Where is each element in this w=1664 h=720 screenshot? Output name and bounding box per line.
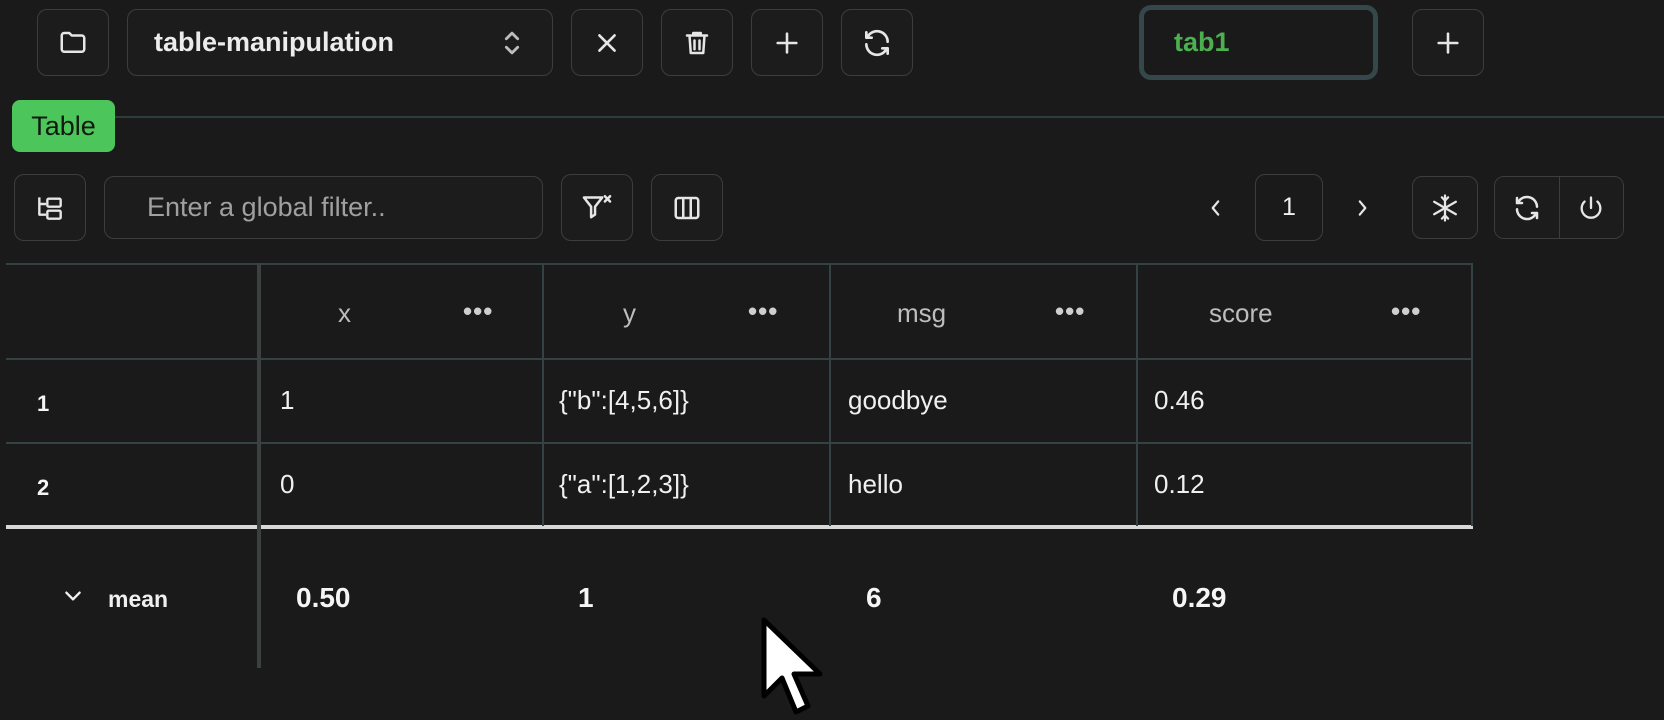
tree-view-button[interactable]	[14, 174, 86, 241]
global-filter-input[interactable]: Enter a global filter..	[104, 176, 543, 239]
table-cell[interactable]: 0.12	[1154, 469, 1205, 500]
power-button[interactable]	[1558, 177, 1623, 238]
chevrons-up-down-icon	[504, 31, 520, 54]
freeze-columns-button[interactable]	[1412, 176, 1478, 239]
summary-value: 0.29	[1172, 582, 1227, 613]
column-header-label: y	[623, 298, 636, 328]
chevron-right-icon	[1358, 200, 1367, 216]
row-index: 2	[37, 475, 50, 500]
prev-page-button[interactable]	[1198, 186, 1234, 230]
page-number-value: 1	[1282, 193, 1296, 221]
clear-filter-button[interactable]	[561, 174, 633, 241]
refresh-icon	[1515, 195, 1538, 220]
folder-icon	[60, 31, 86, 53]
data-table	[0, 0, 1664, 720]
filter-clear-icon	[582, 194, 612, 218]
open-folder-button[interactable]	[37, 9, 109, 76]
chevron-down-icon[interactable]	[62, 587, 84, 605]
tab-label: tab1	[1174, 27, 1230, 57]
add-tab-button[interactable]	[1412, 9, 1484, 76]
table-cell[interactable]: goodbye	[848, 385, 948, 416]
table-cell[interactable]: {"a":[1,2,3]}	[559, 469, 689, 500]
columns-icon	[674, 196, 700, 219]
tab-tab1[interactable]: tab1	[1139, 5, 1378, 80]
column-menu-icon[interactable]: •••	[1055, 296, 1085, 327]
column-header-label: x	[338, 298, 351, 328]
summary-label: mean	[108, 586, 169, 612]
summary-value: 1	[578, 582, 594, 613]
section-label-table: Table	[12, 100, 115, 152]
close-button[interactable]	[571, 9, 643, 76]
refresh-button[interactable]	[841, 9, 913, 76]
tree-icon	[38, 196, 62, 220]
notebook-select[interactable]: table-manipulation	[127, 9, 553, 76]
refresh-power-group	[1494, 176, 1624, 239]
cursor-icon	[761, 617, 823, 715]
delete-button[interactable]	[661, 9, 733, 76]
snowflake-icon	[1433, 193, 1457, 222]
table-cell[interactable]: hello	[848, 469, 903, 500]
row-index: 1	[37, 391, 50, 416]
section-label-text: Table	[31, 110, 96, 141]
add-button[interactable]	[751, 9, 823, 76]
table-cell[interactable]: 1	[280, 385, 294, 416]
column-header-label: score	[1209, 298, 1273, 328]
close-icon	[598, 33, 616, 52]
toolbar-divider	[108, 116, 1664, 118]
page-number-input[interactable]: 1	[1255, 174, 1323, 241]
column-menu-icon[interactable]: •••	[748, 296, 778, 327]
summary-value: 6	[866, 582, 882, 613]
global-filter-placeholder: Enter a global filter..	[147, 192, 386, 222]
reload-table-button[interactable]	[1495, 177, 1559, 238]
columns-button[interactable]	[651, 174, 723, 241]
refresh-icon	[865, 29, 889, 56]
table-cell[interactable]: 0	[280, 469, 294, 500]
next-page-button[interactable]	[1344, 186, 1380, 230]
column-menu-icon[interactable]: •••	[1391, 296, 1421, 327]
plus-icon	[776, 31, 798, 54]
power-icon	[1580, 195, 1602, 219]
plus-icon	[1437, 31, 1459, 54]
table-cell[interactable]: 0.46	[1154, 385, 1205, 416]
summary-value: 0.50	[296, 582, 351, 613]
table-cell[interactable]: {"b":[4,5,6]}	[559, 385, 689, 416]
column-header-label: msg	[897, 298, 947, 328]
column-menu-icon[interactable]: •••	[463, 296, 493, 327]
chevron-left-icon	[1211, 200, 1220, 216]
notebook-select-value: table-manipulation	[154, 27, 395, 57]
trash-icon	[685, 31, 709, 54]
